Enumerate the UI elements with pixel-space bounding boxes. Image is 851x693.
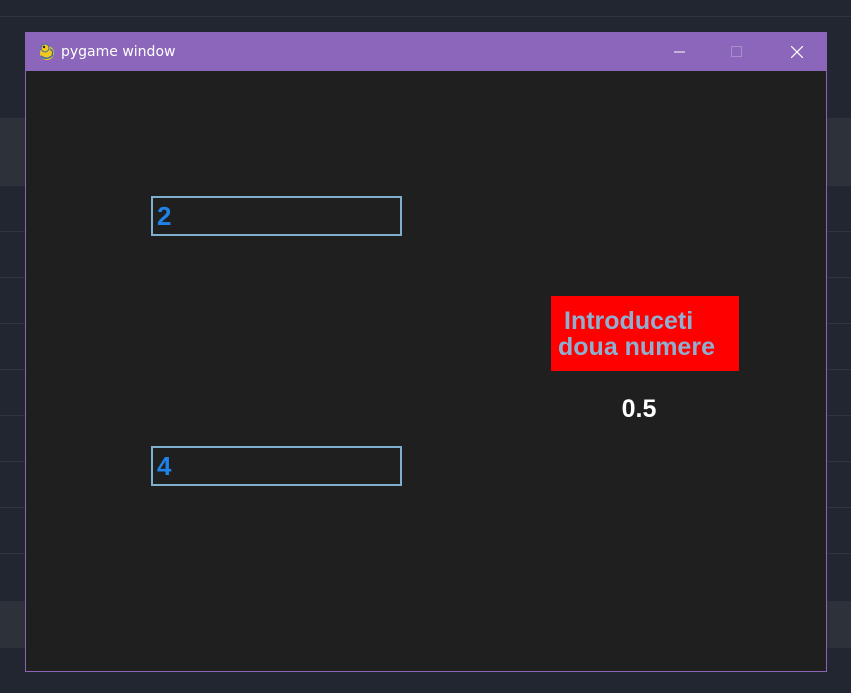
- close-button[interactable]: [774, 33, 820, 71]
- prompt-line-1: Introduceti: [564, 307, 694, 335]
- game-canvas: 2 4 Introduceti doua numere 0.5: [26, 71, 826, 671]
- maximize-icon: [731, 46, 742, 57]
- prompt-line-2: doua numere: [558, 333, 715, 361]
- window-title: pygame window: [61, 44, 176, 60]
- second-number-input[interactable]: 4: [151, 446, 402, 486]
- first-number-input[interactable]: 2: [151, 196, 402, 236]
- first-number-value: 2: [157, 201, 172, 231]
- title-bar[interactable]: pygame window: [26, 33, 826, 71]
- minimize-button[interactable]: [657, 33, 703, 71]
- result-value: 0.5: [621, 395, 657, 423]
- second-number-value: 4: [157, 451, 172, 481]
- prompt-label: Introduceti doua numere: [551, 296, 739, 371]
- pygame-snake-icon: [37, 42, 57, 62]
- minimize-icon: [674, 51, 685, 53]
- pygame-window: pygame window 2 4 Introduceti doua numer…: [25, 32, 827, 672]
- background-divider: [0, 16, 851, 17]
- maximize-button[interactable]: [714, 33, 760, 71]
- close-icon: [791, 46, 803, 58]
